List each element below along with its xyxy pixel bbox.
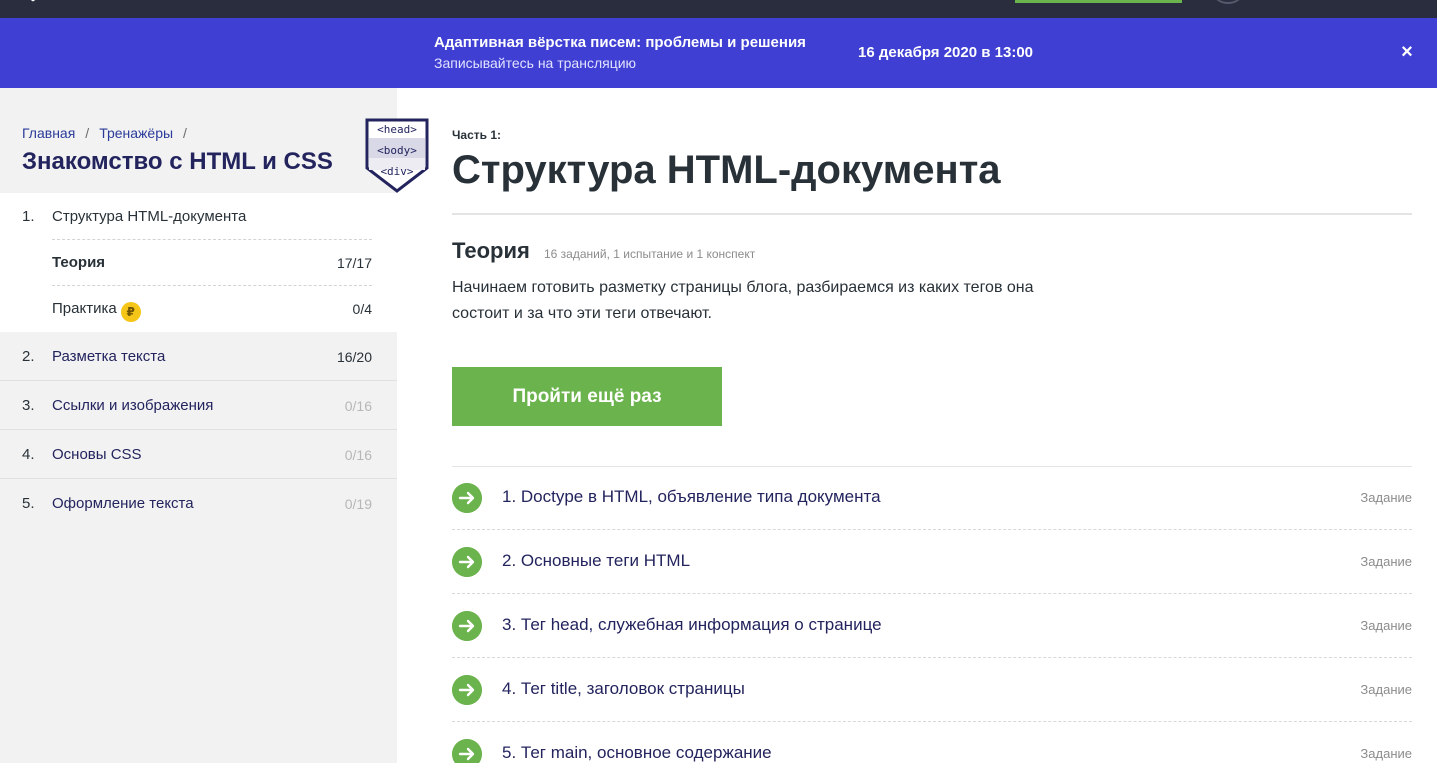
breadcrumb-trainers-link[interactable]: Тренажёры bbox=[99, 125, 173, 141]
divider bbox=[452, 213, 1412, 215]
section-label: Структура HTML-документа bbox=[52, 208, 247, 225]
section-label: Ссылки и изображения bbox=[52, 397, 214, 414]
task-title: 1. Doctype в HTML, объявление типа докум… bbox=[502, 487, 881, 506]
section-count: 0/19 bbox=[344, 496, 372, 512]
task-kind: Задание bbox=[1360, 682, 1412, 697]
restart-button[interactable]: Пройти ещё раз bbox=[452, 367, 722, 426]
top-nav bbox=[0, 0, 1437, 18]
task-title: 2. Основные теги HTML bbox=[502, 551, 691, 570]
part-label: Часть 1: bbox=[452, 128, 502, 142]
badge-tag-body: <body> bbox=[377, 144, 417, 157]
section-count: 0/16 bbox=[344, 447, 372, 463]
banner-subtitle: Записывайтесь на трансляцию bbox=[434, 55, 637, 71]
arrow-right-circle-icon bbox=[452, 547, 482, 577]
section-number: 1. bbox=[22, 208, 35, 225]
breadcrumb-home-link[interactable]: Главная bbox=[22, 125, 75, 141]
sidebar-item-css-basics[interactable]: 4. Основы CSS 0/16 bbox=[0, 430, 397, 479]
section-number: 4. bbox=[22, 446, 35, 463]
subitem-count: 17/17 bbox=[336, 255, 372, 271]
breadcrumb: Главная / Тренажёры / bbox=[22, 125, 197, 141]
sidebar-header: Главная / Тренажёры / Знакомство с HTML и C… bbox=[0, 88, 429, 193]
task-title: 4. Тег title, заголовок страницы bbox=[502, 679, 745, 698]
task-item[interactable]: 3. Тег head, служебная информация о стра… bbox=[452, 594, 1412, 658]
task-kind: Задание bbox=[1360, 618, 1412, 633]
logo-icon[interactable] bbox=[22, 0, 44, 8]
breadcrumb-separator: / bbox=[85, 125, 90, 141]
breadcrumb-separator: / bbox=[183, 125, 187, 141]
sidebar-item-text-styling[interactable]: 5. Оформление текста 0/19 bbox=[0, 479, 397, 528]
section-label: Основы CSS bbox=[52, 446, 142, 463]
sidebar-section-open: 1. Структура HTML-документа Теория 17/17… bbox=[0, 193, 397, 332]
task-item[interactable]: 4. Тег title, заголовок страницы Задание bbox=[452, 658, 1412, 722]
section-label: Оформление текста bbox=[52, 495, 194, 512]
header-cta-button[interactable] bbox=[1015, 0, 1182, 3]
theory-heading: Теория bbox=[452, 238, 530, 263]
banner-title: Адаптивная вёрстка писем: проблемы и реш… bbox=[434, 34, 806, 51]
course-title: Знакомство с HTML и CSS bbox=[22, 148, 333, 175]
theory-description: Начинаем готовить разметку страницы блог… bbox=[452, 279, 1034, 322]
close-icon[interactable]: × bbox=[1396, 41, 1418, 63]
task-item[interactable]: 2. Основные теги HTML Задание bbox=[452, 530, 1412, 594]
user-avatar[interactable] bbox=[1215, 0, 1241, 4]
arrow-right-circle-icon bbox=[452, 739, 482, 763]
arrow-right-circle-icon bbox=[452, 483, 482, 513]
subitem-label-text: Практика bbox=[52, 300, 117, 317]
arrow-right-circle-icon bbox=[452, 675, 482, 705]
subitem-label: Теория bbox=[52, 254, 106, 271]
sidebar-item-structure[interactable]: 1. Структура HTML-документа bbox=[0, 193, 397, 239]
sidebar-item-links-images[interactable]: 3. Ссылки и изображения 0/16 bbox=[0, 381, 397, 430]
arrow-right-circle-icon bbox=[452, 611, 482, 641]
sidebar-subitem-theory[interactable]: Теория 17/17 bbox=[52, 240, 372, 285]
section-number: 3. bbox=[22, 397, 35, 414]
section-count: 16/20 bbox=[336, 349, 372, 365]
task-kind: Задание bbox=[1360, 746, 1412, 761]
section-label: Разметка текста bbox=[52, 348, 166, 365]
badge-tag-div: <div> bbox=[380, 165, 413, 178]
task-title: 3. Тег head, служебная информация о стра… bbox=[502, 615, 882, 634]
task-item[interactable]: 1. Doctype в HTML, объявление типа докум… bbox=[452, 466, 1412, 530]
subitem-count: 0/4 bbox=[352, 301, 372, 317]
task-kind: Задание bbox=[1360, 554, 1412, 569]
task-kind: Задание bbox=[1360, 490, 1412, 505]
page-title: Структура HTML-документа bbox=[452, 148, 1001, 192]
section-number: 2. bbox=[22, 348, 35, 365]
sidebar-item-text-markup[interactable]: 2. Разметка текста 16/20 bbox=[0, 332, 397, 381]
task-title: 5. Тег main, основное содержание bbox=[502, 743, 772, 762]
task-item[interactable]: 5. Тег main, основное содержание Задание bbox=[452, 722, 1412, 763]
section-number: 5. bbox=[22, 495, 35, 512]
subitem-label: Практика ₽ bbox=[52, 300, 141, 322]
theory-meta: 16 заданий, 1 испытание и 1 конспект bbox=[544, 247, 756, 261]
sidebar-subitem-practice[interactable]: Практика ₽ 0/4 bbox=[52, 286, 372, 331]
coin-icon: ₽ bbox=[120, 302, 141, 322]
section-count: 0/16 bbox=[344, 398, 372, 414]
sidebar: Главная / Тренажёры / Знакомство с HTML и C… bbox=[0, 88, 429, 763]
badge-tag-head: <head> bbox=[377, 123, 417, 136]
promo-banner[interactable]: Адаптивная вёрстка писем: проблемы и реш… bbox=[0, 18, 1437, 88]
course-badge-icon: <head> <body> <div> bbox=[365, 118, 429, 193]
banner-date: 16 декабря 2020 в 13:00 bbox=[858, 44, 1034, 61]
